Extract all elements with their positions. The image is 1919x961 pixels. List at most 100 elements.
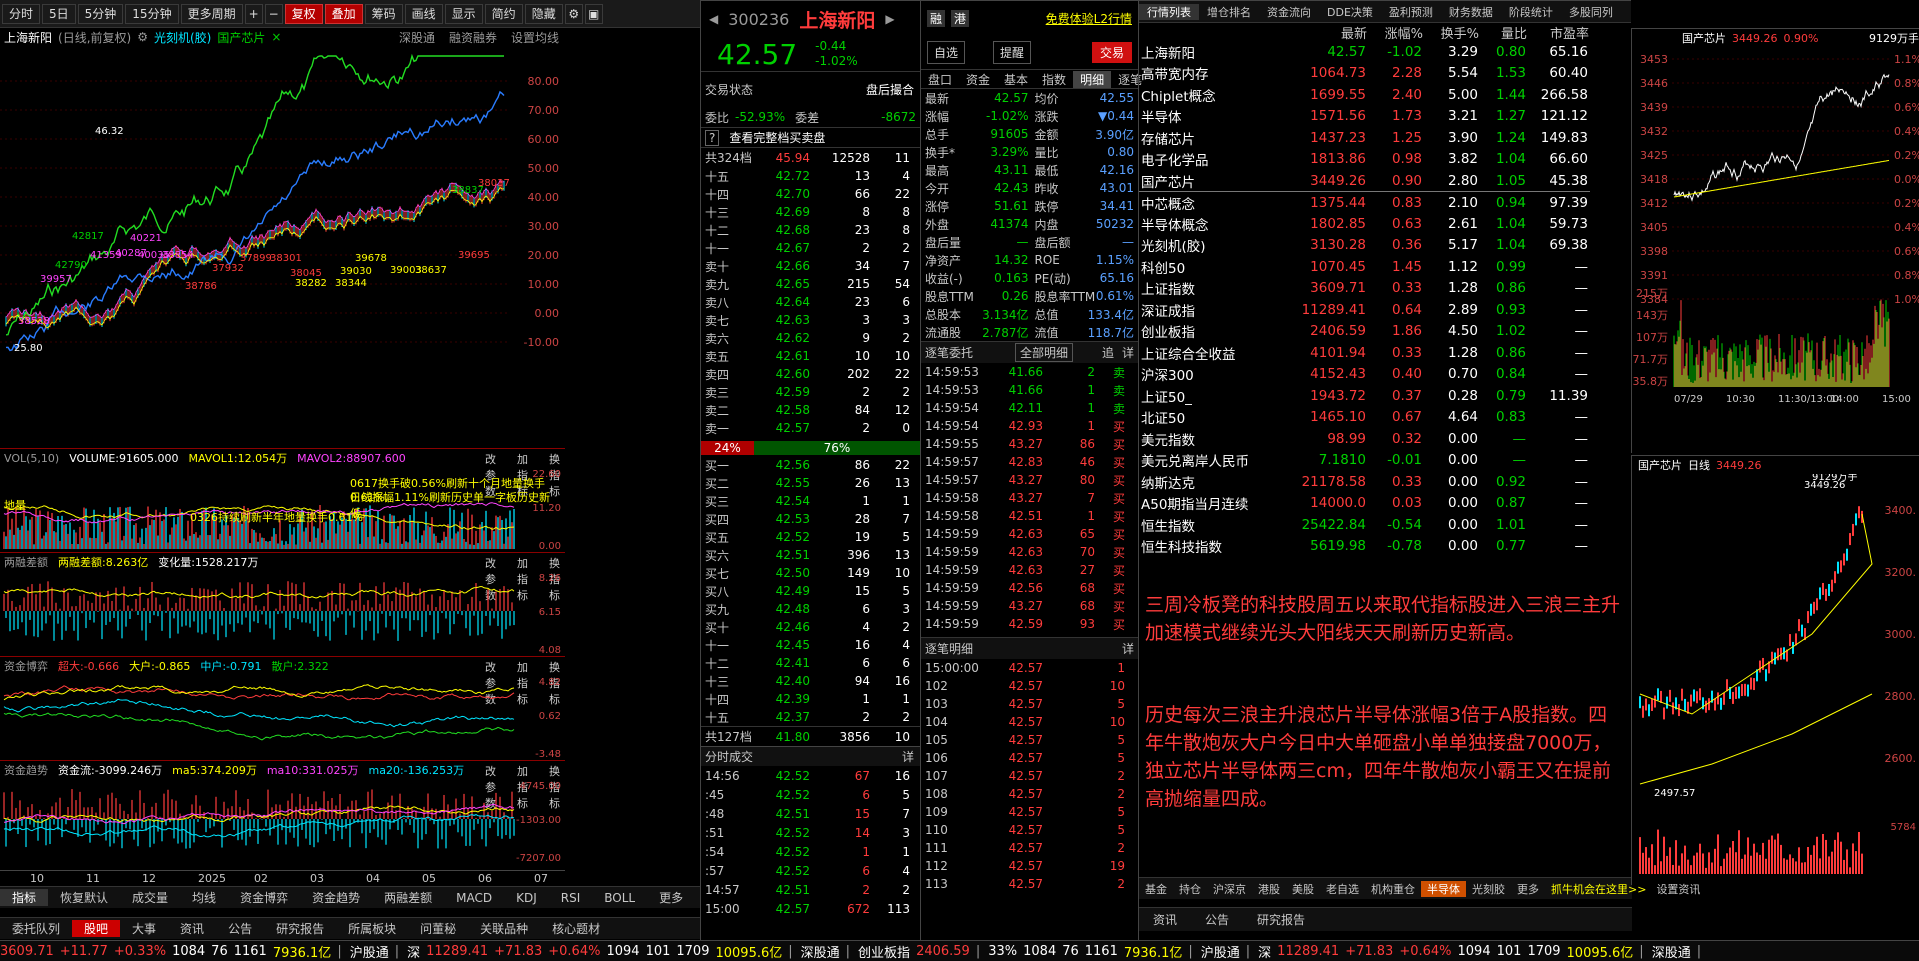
bid-level[interactable]: 买二 42.55 26 13 — [701, 474, 920, 492]
ask-level[interactable]: 十五 42.72 13 4 — [701, 167, 920, 185]
kline-link[interactable]: 融资融券 — [449, 29, 497, 46]
ask-level[interactable]: 卖八 42.64 23 6 — [701, 293, 920, 311]
list-bottom-tab[interactable]: 基金 — [1139, 881, 1173, 897]
quote-row[interactable]: 上海新阳 42.57 -1.02 3.29 0.80 65.16 — [1139, 41, 1590, 63]
kline-link[interactable]: 设置均线 — [511, 29, 559, 46]
news-tab[interactable]: 资讯 — [1139, 911, 1191, 928]
bid-level[interactable]: 买四 42.53 28 7 — [701, 510, 920, 528]
quote-row[interactable]: 沪深300 4152.43 0.40 0.70 0.84— — [1139, 364, 1590, 386]
toolbar-button[interactable]: 简约 — [484, 3, 523, 24]
overlay-label-2[interactable]: 国产芯片 — [217, 29, 265, 46]
bottom-tab[interactable]: 核心题材 — [540, 920, 612, 937]
news-tab[interactable]: 研究报告 — [1243, 911, 1319, 928]
detail-tab[interactable]: 盘口 — [921, 71, 959, 88]
bottom-tab[interactable]: 研究报告 — [264, 920, 336, 937]
toolbar-button[interactable]: 15分钟 — [125, 3, 179, 24]
quote-row[interactable]: 科创50 1070.45 1.45 1.12 0.99— — [1139, 256, 1590, 278]
indicator-tab[interactable]: 两融差额 — [372, 889, 444, 906]
close-icon[interactable]: × — [271, 30, 281, 44]
ask-level[interactable]: 卖五 42.61 10 10 — [701, 347, 920, 365]
toolbar-button[interactable]: 显示 — [444, 3, 483, 24]
list-bottom-tab[interactable]: 更多 — [1511, 881, 1545, 897]
watchlist-button[interactable]: 自选 — [927, 40, 966, 64]
tool-icon[interactable]: ⚙ — [564, 3, 583, 24]
quote-row[interactable]: 光刻机(胶) 3130.28 0.36 5.17 1.04 69.38 — [1139, 235, 1590, 257]
toolbar-button[interactable]: 筹码 — [364, 3, 403, 24]
indicator-tab[interactable]: 更多 — [647, 889, 695, 906]
gear-icon[interactable]: ⚙ — [137, 30, 148, 44]
list-bottom-tab[interactable]: 沪深京 — [1207, 881, 1252, 897]
bid-level[interactable]: 买七 42.50 149 10 — [701, 564, 920, 582]
indicator-tab[interactable]: MACD — [444, 891, 504, 905]
quote-row[interactable]: 半导体 1571.56 1.73 3.21 1.27 121.12 — [1139, 106, 1590, 128]
next-stock-icon[interactable]: ▶ — [885, 12, 894, 26]
quote-row[interactable]: 恒生指数 25422.84 -0.54 0.00 1.01— — [1139, 514, 1590, 536]
tool-icon[interactable]: ▣ — [584, 3, 603, 24]
bottom-tab[interactable]: 资讯 — [168, 920, 216, 937]
list-bottom-tab[interactable]: 机构重仓 — [1365, 881, 1421, 897]
list-tab[interactable]: 资金流向 — [1259, 4, 1319, 20]
toolbar-button[interactable]: 更多周期 — [180, 3, 243, 24]
bid-level[interactable]: 十五 42.37 2 2 — [701, 708, 920, 726]
bid-level[interactable]: 买八 42.49 15 5 — [701, 582, 920, 600]
bid-level[interactable]: 买十 42.46 4 2 — [701, 618, 920, 636]
bottom-tab[interactable]: 大事 — [120, 920, 168, 937]
indicator-tab[interactable]: 资金博弈 — [228, 889, 300, 906]
bottom-tab[interactable]: 问董秘 — [408, 920, 468, 937]
detail-tab[interactable]: 资金 — [959, 71, 997, 88]
bid-level[interactable]: 十一 42.45 16 4 — [701, 636, 920, 654]
bid-level[interactable]: 十二 42.41 6 6 — [701, 654, 920, 672]
list-tab[interactable]: 增仓排名 — [1199, 4, 1259, 20]
ask-level[interactable]: 卖二 42.58 84 12 — [701, 401, 920, 419]
indicator-tab[interactable]: 资金趋势 — [300, 889, 372, 906]
indicator-tab[interactable]: BOLL — [592, 891, 647, 905]
news-tab[interactable]: 公告 — [1191, 911, 1243, 928]
trade-button[interactable]: 交易 — [1091, 41, 1132, 63]
list-tab[interactable]: 阶段统计 — [1501, 4, 1561, 20]
bid-level[interactable]: 十四 42.39 1 1 — [701, 690, 920, 708]
ask-level[interactable]: 卖十 42.66 34 7 — [701, 257, 920, 275]
list-bottom-tab[interactable]: 持仓 — [1173, 881, 1207, 897]
indicator-tab[interactable]: 成交量 — [120, 889, 180, 906]
bid-level[interactable]: 买五 42.52 19 5 — [701, 528, 920, 546]
bottom-tab[interactable]: 股吧 — [72, 920, 121, 937]
indicator-tab[interactable]: 均线 — [180, 889, 228, 906]
minus-icon[interactable]: − — [264, 3, 283, 24]
toolbar-button[interactable]: 5分钟 — [77, 3, 124, 24]
bottom-tab[interactable]: 所属板块 — [336, 920, 408, 937]
quote-row[interactable]: 恒生科技指数 5619.98 -0.78 0.00 0.77— — [1139, 536, 1590, 558]
detail-tab[interactable]: 基本 — [997, 71, 1035, 88]
quote-row[interactable]: 中芯概念 1375.44 0.83 2.10 0.94 97.39 — [1139, 192, 1590, 214]
quote-row[interactable]: 纳斯达克 21178.58 0.33 0.00 0.92— — [1139, 471, 1590, 493]
prev-stock-icon[interactable]: ◀ — [709, 12, 718, 26]
quote-row[interactable]: 深证成指 11289.41 0.64 2.89 0.93— — [1139, 299, 1590, 321]
list-tab[interactable]: 财务数据 — [1441, 4, 1501, 20]
detail-tab[interactable]: 明细 — [1073, 70, 1112, 88]
detail-tab[interactable]: 指数 — [1035, 71, 1073, 88]
quote-row[interactable]: Chiplet概念 1699.55 2.40 5.00 1.44 266.58 — [1139, 84, 1590, 106]
quote-row[interactable]: 美元指数 98.99 0.32 0.00— — — [1139, 428, 1590, 450]
quote-row[interactable]: 创业板指 2406.59 1.86 4.50 1.02— — [1139, 321, 1590, 343]
full-depth-link[interactable]: 查看完整档买卖盘 — [729, 129, 825, 146]
plus-icon[interactable]: + — [244, 3, 263, 24]
list-bottom-tab[interactable]: 美股 — [1286, 881, 1320, 897]
toolbar-button[interactable]: 隐藏 — [524, 3, 563, 24]
quote-row[interactable]: 国产芯片 3449.26 0.90 2.80 1.05 45.38 — [1139, 170, 1590, 192]
list-tab[interactable]: 行情列表 — [1139, 3, 1199, 20]
list-bottom-tab[interactable]: 半导体 — [1421, 880, 1466, 897]
quote-row[interactable]: 美元兑离岸人民币 7.1810 -0.01 0.00— — — [1139, 450, 1590, 472]
order-filter[interactable]: 全部明细 — [1015, 343, 1074, 362]
quote-row[interactable]: 北证50 1465.10 0.67 4.64 0.83— — [1139, 407, 1590, 429]
ask-level[interactable]: 卖七 42.63 3 3 — [701, 311, 920, 329]
kline-chart[interactable]: 80.00 70.00 60.00 50.00 40.00 30.00 20.00 10.00… — [0, 46, 565, 364]
list-bottom-tab[interactable]: 老自选 — [1320, 881, 1365, 897]
bottom-tab[interactable]: 委托队列 — [0, 920, 72, 937]
quote-row[interactable]: 高带宽内存 1064.73 2.28 5.54 1.53 60.40 — [1139, 63, 1590, 85]
quote-row[interactable]: A50期指当月连续 14000.0 0.03 0.00 0.87— — [1139, 493, 1590, 515]
ask-level[interactable]: 卖一 42.57 2 0 — [701, 419, 920, 437]
list-tab[interactable]: DDE决策 — [1319, 4, 1381, 20]
list-bottom-tab[interactable]: 光刻胶 — [1466, 881, 1511, 897]
ask-level[interactable]: 十三 42.69 8 8 — [701, 203, 920, 221]
ask-level[interactable]: 卖六 42.62 9 2 — [701, 329, 920, 347]
quote-row[interactable]: 电子化学品 1813.86 0.98 3.82 1.04 66.60 — [1139, 149, 1590, 171]
